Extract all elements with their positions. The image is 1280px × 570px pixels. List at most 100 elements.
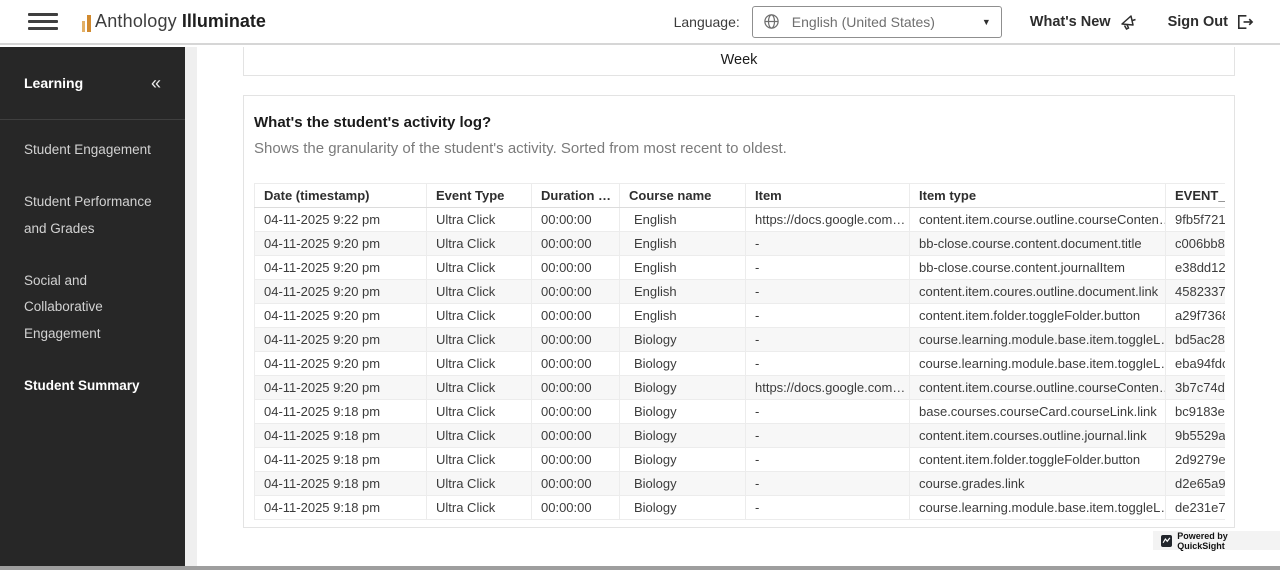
table-cell: - (746, 256, 910, 280)
collapse-sidebar-icon[interactable]: « (151, 74, 161, 92)
table-cell: Biology (620, 376, 746, 400)
table-cell: 04-11-2025 9:18 pm (255, 496, 427, 520)
week-card: Week (243, 47, 1235, 76)
table-cell: 00:00:00 (532, 496, 620, 520)
globe-icon (763, 13, 780, 30)
table-cell: 04-11-2025 9:20 pm (255, 376, 427, 400)
table-body: 04-11-2025 9:22 pmUltra Click00:00:00Eng… (255, 208, 1226, 520)
table-cell: Biology (620, 448, 746, 472)
table-cell: English (620, 232, 746, 256)
column-header-event-id[interactable]: EVENT_ID (1166, 184, 1226, 208)
column-header-date[interactable]: Date (timestamp) (255, 184, 427, 208)
table-cell: English (620, 208, 746, 232)
table-cell: English (620, 280, 746, 304)
main-content: Week What's the student's activity log? … (197, 47, 1280, 566)
table-cell: 04-11-2025 9:18 pm (255, 400, 427, 424)
table-row: 04-11-2025 9:20 pmUltra Click00:00:00Eng… (255, 232, 1226, 256)
logo-product-text: Illuminate (182, 11, 266, 32)
table-cell: 00:00:00 (532, 472, 620, 496)
sidebar-item-student-summary[interactable]: Student Summary (24, 373, 161, 399)
hamburger-menu-icon[interactable] (28, 13, 58, 30)
table-cell: - (746, 424, 910, 448)
language-select[interactable]: English (United States) ▼ (752, 6, 1002, 38)
table-row: 04-11-2025 9:20 pmUltra Click00:00:00Eng… (255, 256, 1226, 280)
card-subtitle: Shows the granularity of the student's a… (254, 140, 1234, 157)
table-cell: Ultra Click (427, 472, 532, 496)
logo-bars-icon (82, 15, 91, 32)
table-row: 04-11-2025 9:20 pmUltra Click00:00:00Bio… (255, 352, 1226, 376)
whats-new-link[interactable]: What's New (1030, 12, 1138, 32)
table-cell: content.item.courses.outline.journal.lin… (910, 424, 1166, 448)
table-cell: bd5ac28 (1166, 328, 1226, 352)
table-cell: Biology (620, 328, 746, 352)
table-cell: content.item.coures.outline.document.lin… (910, 280, 1166, 304)
table-cell: 04-11-2025 9:18 pm (255, 448, 427, 472)
table-cell: 00:00:00 (532, 256, 620, 280)
table-cell: - (746, 448, 910, 472)
column-header-course-name[interactable]: Course name (620, 184, 746, 208)
activity-table: Date (timestamp) Event Type Duration … C… (254, 183, 1225, 520)
sidebar: Learning « Student Engagement Student Pe… (0, 47, 185, 566)
table-cell: bc9183e9 (1166, 400, 1226, 424)
table-cell: 04-11-2025 9:22 pm (255, 208, 427, 232)
sidebar-nav: Student Engagement Student Performance a… (0, 120, 185, 399)
table-row: 04-11-2025 9:18 pmUltra Click00:00:00Bio… (255, 496, 1226, 520)
table-cell: Ultra Click (427, 232, 532, 256)
table-row: 04-11-2025 9:20 pmUltra Click00:00:00Eng… (255, 304, 1226, 328)
table-cell: Ultra Click (427, 448, 532, 472)
table-cell: English (620, 304, 746, 328)
table-cell: 00:00:00 (532, 352, 620, 376)
sidebar-item-student-performance-and-grades[interactable]: Student Performance and Grades (24, 189, 161, 242)
table-cell: Ultra Click (427, 376, 532, 400)
table-cell: 9b5529a (1166, 424, 1226, 448)
table-cell: content.item.folder.toggleFolder.button (910, 304, 1166, 328)
table-cell: course.learning.module.base.item.toggleL… (910, 496, 1166, 520)
table-cell: eba94fdc (1166, 352, 1226, 376)
table-row: 04-11-2025 9:22 pmUltra Click00:00:00Eng… (255, 208, 1226, 232)
table-cell: Ultra Click (427, 352, 532, 376)
table-cell: - (746, 232, 910, 256)
table-cell: 00:00:00 (532, 376, 620, 400)
table-cell: 4582337 (1166, 280, 1226, 304)
column-header-item[interactable]: Item (746, 184, 910, 208)
table-row: 04-11-2025 9:18 pmUltra Click00:00:00Bio… (255, 448, 1226, 472)
table-cell: content.item.course.outline.courseConten… (910, 208, 1166, 232)
table-cell: 3b7c74df (1166, 376, 1226, 400)
megaphone-icon (1118, 12, 1138, 32)
sign-out-link[interactable]: Sign Out (1168, 12, 1254, 31)
table-cell: English (620, 256, 746, 280)
table-cell: Ultra Click (427, 400, 532, 424)
table-cell: - (746, 496, 910, 520)
sign-out-label: Sign Out (1168, 14, 1228, 30)
table-cell: 00:00:00 (532, 304, 620, 328)
table-cell: Ultra Click (427, 424, 532, 448)
table-cell: 00:00:00 (532, 448, 620, 472)
table-cell: 04-11-2025 9:20 pm (255, 304, 427, 328)
table-cell: course.grades.link (910, 472, 1166, 496)
table-cell: Ultra Click (427, 304, 532, 328)
sidebar-item-student-engagement[interactable]: Student Engagement (24, 137, 161, 163)
powered-by-quicksight-badge[interactable]: Powered by QuickSight (1153, 531, 1280, 550)
scrollbar-track[interactable] (185, 47, 197, 566)
table-cell: 04-11-2025 9:20 pm (255, 232, 427, 256)
table-cell: Biology (620, 352, 746, 376)
table-cell: 04-11-2025 9:18 pm (255, 424, 427, 448)
column-header-duration[interactable]: Duration … (532, 184, 620, 208)
table-cell: - (746, 328, 910, 352)
table-cell: https://docs.google.com… (746, 208, 910, 232)
column-header-item-type[interactable]: Item type (910, 184, 1166, 208)
table-cell: 00:00:00 (532, 208, 620, 232)
app-window: Anthology Illuminate Language: English (… (0, 0, 1280, 570)
table-cell: 00:00:00 (532, 232, 620, 256)
activity-table-wrapper: Date (timestamp) Event Type Duration … C… (254, 183, 1225, 520)
sidebar-item-social-and-collaborative-engagement[interactable]: Social and Collaborative Engagement (24, 268, 161, 347)
table-cell: Ultra Click (427, 496, 532, 520)
table-cell: e38dd125 (1166, 256, 1226, 280)
table-cell: 00:00:00 (532, 424, 620, 448)
table-cell: 04-11-2025 9:20 pm (255, 256, 427, 280)
card-title: What's the student's activity log? (254, 114, 1234, 131)
powered-by-label: Powered by QuickSight (1177, 531, 1272, 551)
chevron-down-icon: ▼ (982, 17, 991, 27)
column-header-event-type[interactable]: Event Type (427, 184, 532, 208)
table-cell: 00:00:00 (532, 280, 620, 304)
